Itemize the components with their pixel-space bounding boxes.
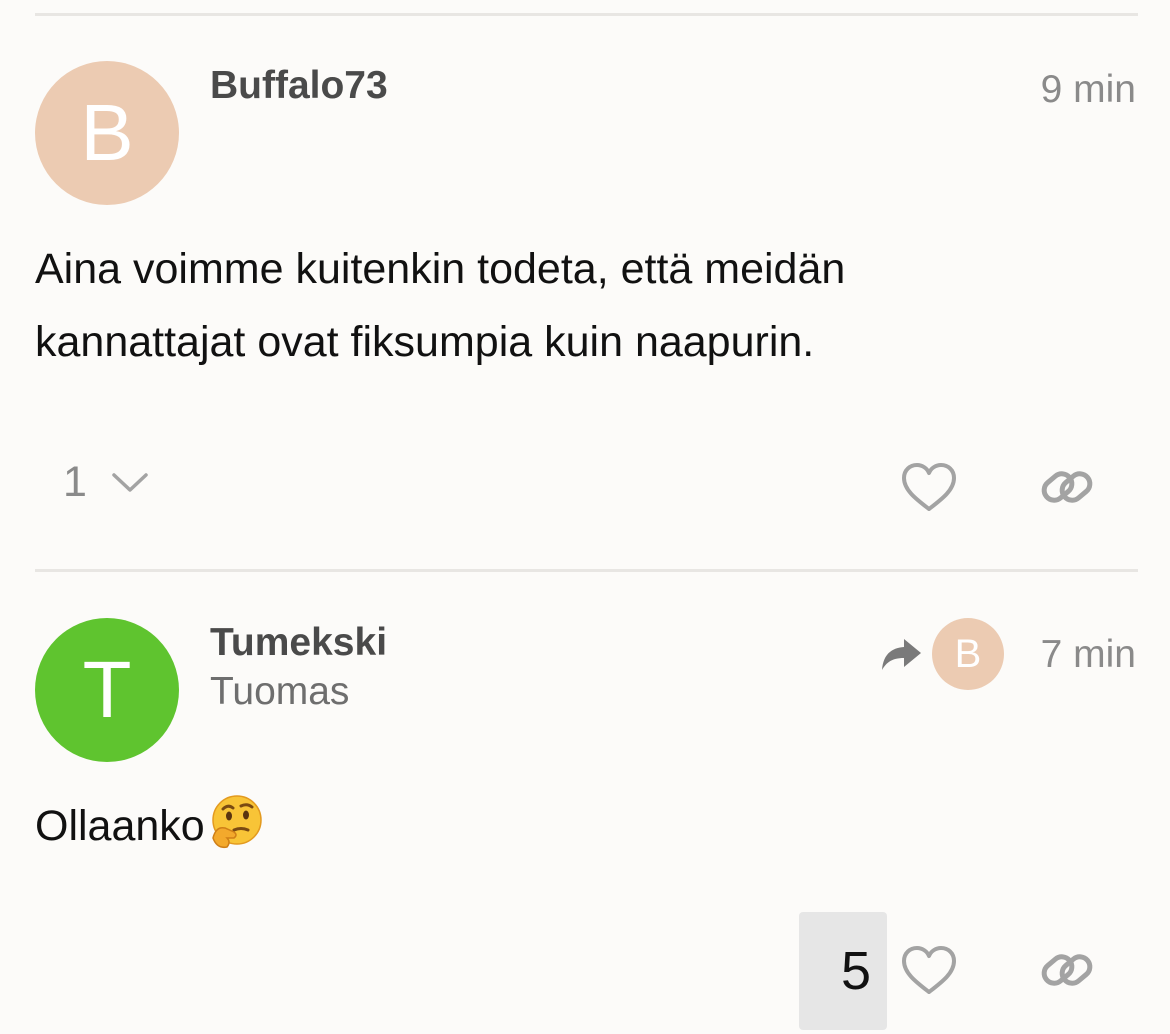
- avatar-letter: B: [80, 88, 134, 177]
- avatar[interactable]: B: [35, 61, 179, 205]
- post-body-text: Ollaanko: [35, 802, 205, 850]
- link-icon[interactable]: [1040, 946, 1094, 994]
- like-count: 5: [840, 941, 871, 1001]
- post-time[interactable]: 7 min: [1041, 633, 1136, 677]
- post-divider: [35, 13, 1138, 16]
- thinking-face-emoji-icon: [211, 795, 262, 849]
- reply-to-avatar-letter: B: [954, 631, 982, 676]
- link-icon[interactable]: [1040, 463, 1094, 511]
- username[interactable]: Tumekski: [210, 621, 387, 665]
- reply-to-avatar[interactable]: B: [932, 618, 1004, 690]
- post-body-line: Aina voimme kuitenkin todeta, että meidä…: [35, 245, 846, 293]
- avatar[interactable]: T: [35, 618, 179, 762]
- chevron-down-icon: [112, 472, 148, 492]
- post-divider: [35, 569, 1138, 572]
- post-time[interactable]: 9 min: [1041, 68, 1136, 112]
- replies-toggle[interactable]: 1: [63, 458, 149, 507]
- avatar-letter: T: [82, 645, 132, 734]
- post-body: Ollaanko: [35, 790, 263, 863]
- heart-icon[interactable]: [900, 462, 958, 514]
- like-count-button[interactable]: 5: [799, 912, 887, 1030]
- username[interactable]: Buffalo73: [210, 64, 388, 108]
- topic-stream: B Buffalo73 9 min Aina voimme kuitenkin …: [0, 0, 1170, 1034]
- post-body-line: kannattajat ovat fiksumpia kuin naapurin…: [35, 318, 815, 366]
- post-body: Aina voimme kuitenkin todeta, että meidä…: [35, 233, 845, 379]
- reply-arrow-icon[interactable]: [880, 637, 922, 673]
- full-name: Tuomas: [210, 670, 350, 713]
- reply-count: 1: [63, 458, 87, 506]
- heart-icon[interactable]: [900, 945, 958, 997]
